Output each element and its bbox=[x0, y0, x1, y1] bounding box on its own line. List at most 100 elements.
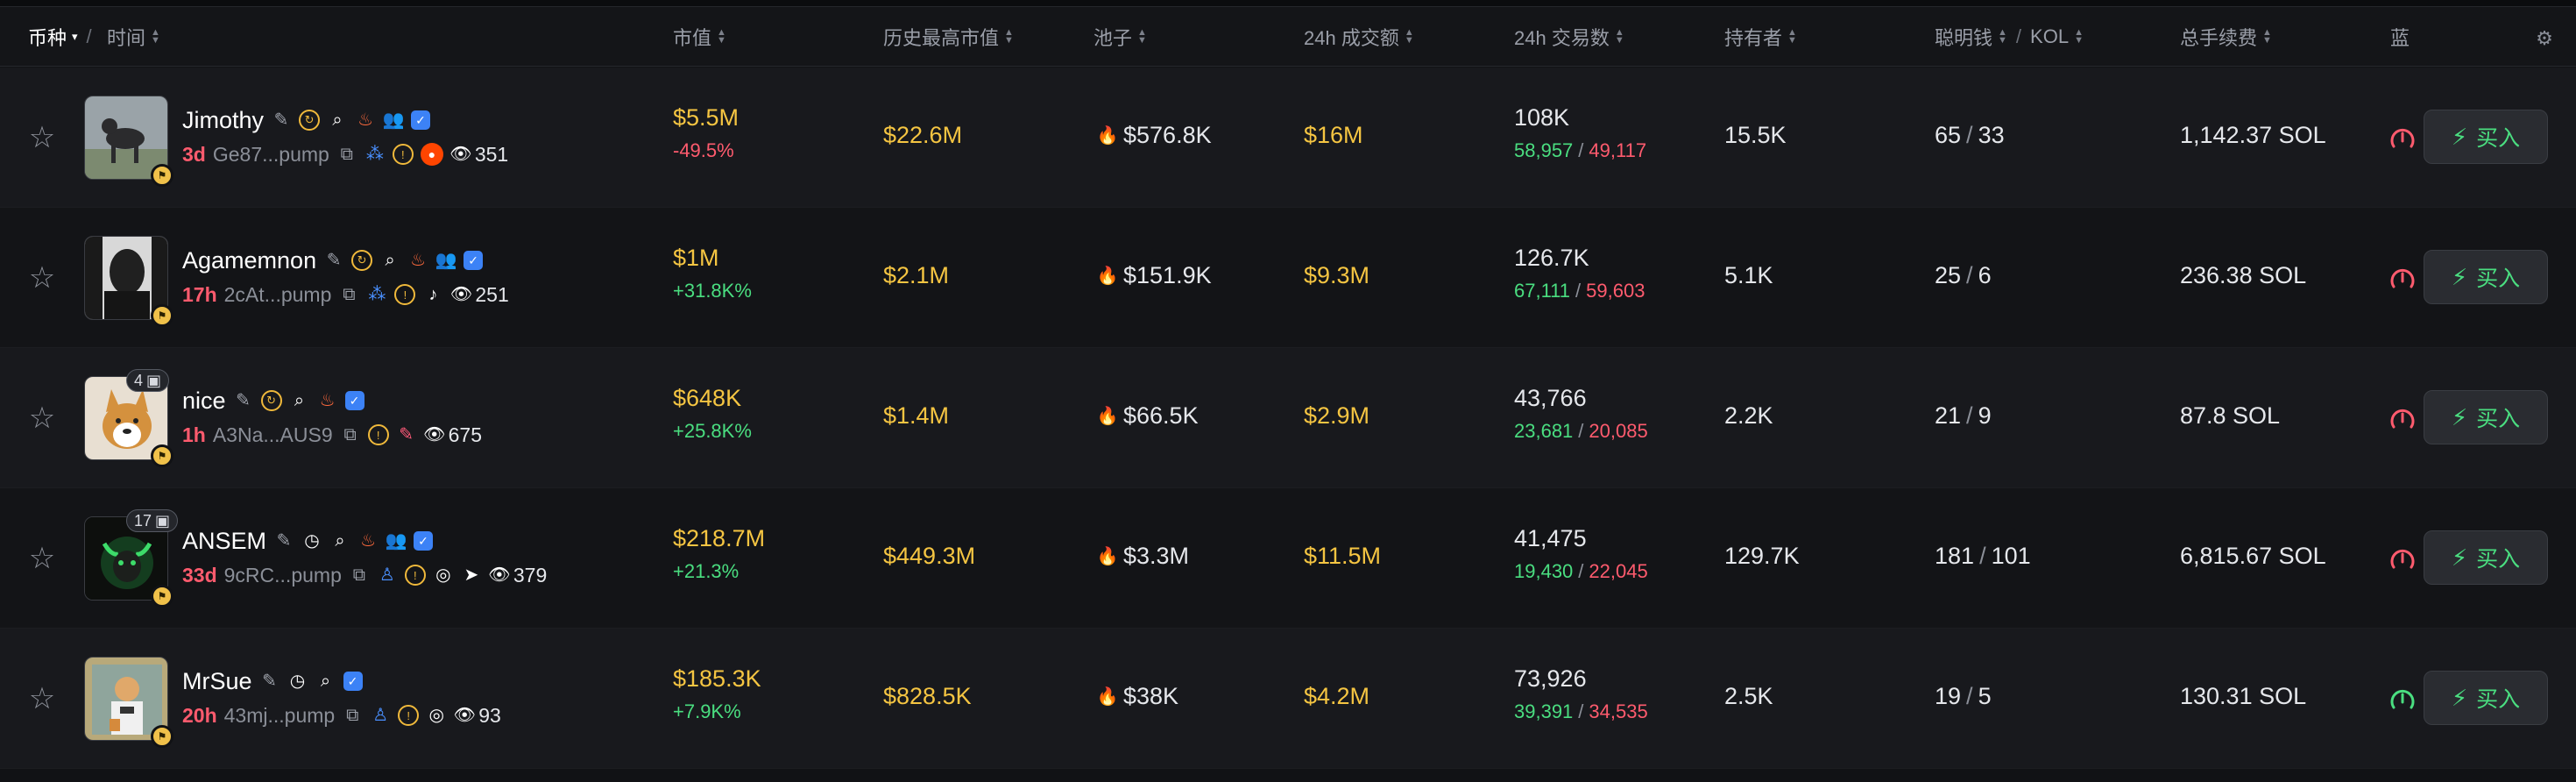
chat-icon[interactable]: ✓ bbox=[344, 391, 364, 410]
buy-button[interactable]: ⚡ 买入 bbox=[2424, 530, 2548, 585]
chat-icon[interactable]: ✓ bbox=[414, 531, 434, 551]
smart-kol-value: 19/5 bbox=[1935, 683, 1992, 709]
sort-time[interactable]: 时间 ▲ ▼ bbox=[107, 7, 160, 67]
txns-split: 67,111/59,603 bbox=[1514, 280, 1645, 302]
total-fees-value: 236.38 SOL bbox=[2180, 262, 2307, 288]
sort-coin[interactable]: 币种 ▾ / bbox=[28, 7, 101, 67]
favorite-star-icon[interactable]: ☆ bbox=[26, 683, 58, 714]
person-icon: ♙ bbox=[372, 706, 389, 725]
search-icon[interactable]: ⌕ bbox=[315, 671, 336, 692]
copy-icon[interactable]: ⧉ bbox=[342, 705, 363, 726]
sort-pool[interactable]: 池子 ▲ ▼ bbox=[1093, 7, 1147, 67]
copy-icon[interactable]: ⧉ bbox=[336, 144, 357, 165]
buy-button[interactable]: ⚡ 买入 bbox=[2424, 110, 2548, 164]
edit-icon[interactable]: ✎ bbox=[233, 390, 254, 411]
search-icon[interactable]: ⌕ bbox=[327, 110, 348, 131]
edit-icon[interactable]: ✎ bbox=[259, 671, 280, 692]
buy-button[interactable]: ⚡ 买入 bbox=[2424, 671, 2548, 725]
warning-icon: ! bbox=[367, 424, 389, 445]
smart-kol-value: 21/9 bbox=[1935, 402, 1992, 429]
sort-txns[interactable]: 24h 交易数 ▲ ▼ bbox=[1514, 7, 1624, 67]
token-name[interactable]: ANSEM bbox=[182, 528, 266, 555]
search-icon[interactable]: ⌕ bbox=[329, 530, 350, 551]
favorite-star-icon[interactable]: ☆ bbox=[26, 122, 58, 153]
txns-split: 23,681/20,085 bbox=[1514, 420, 1648, 442]
copy-icon[interactable]: ⧉ bbox=[340, 424, 361, 445]
buy-button[interactable]: ⚡ 买入 bbox=[2424, 390, 2548, 444]
edit-icon[interactable]: ✎ bbox=[271, 110, 292, 131]
buy-button[interactable]: ⚡ 买入 bbox=[2424, 250, 2548, 304]
table-row[interactable]: ☆ 17 ▣ ⚑ ANSEM ✎ ◷ ⌕ ♨ 👥 ✓ 33d 9cRC...pump ⧉ ♙… bbox=[0, 488, 2576, 629]
sort-total-fees[interactable]: 总手续费 ▲ ▼ bbox=[2180, 7, 2272, 67]
chevron-down-icon: ▾ bbox=[72, 30, 78, 43]
chat-icon[interactable]: ✓ bbox=[343, 672, 363, 691]
token-name[interactable]: nice bbox=[182, 387, 226, 415]
globe-icon[interactable]: ◎ bbox=[426, 705, 447, 726]
sort-icon: ▲ ▼ bbox=[151, 27, 160, 46]
reddit-icon[interactable]: ● bbox=[420, 143, 443, 166]
favorite-star-icon[interactable]: ☆ bbox=[26, 402, 58, 434]
pump-badge-icon: ⚑ bbox=[151, 164, 173, 187]
chat-icon[interactable]: ✓ bbox=[411, 110, 431, 130]
market-cap-value: $5.5M bbox=[673, 104, 740, 131]
favorite-star-icon[interactable]: ☆ bbox=[26, 262, 58, 294]
table-row[interactable]: ☆ ⚑ Jimothy ✎ ↻ ⌕ ♨ 👥 ✓ 3d Ge87...pump ⧉ ⁂ ! … bbox=[0, 68, 2576, 208]
total-fees-value: 1,142.37 SOL bbox=[2180, 122, 2326, 148]
views-count: 👁 93 bbox=[453, 703, 501, 727]
fire-icon: ♨ bbox=[319, 391, 336, 410]
token-name[interactable]: Agamemnon bbox=[182, 247, 316, 274]
sort-bluechip[interactable]: 蓝 bbox=[2390, 7, 2417, 67]
token-address[interactable]: 9cRC...pump bbox=[224, 564, 342, 587]
table-row[interactable]: ☆ ⚑ MrSue ✎ ◷ ⌕ ✓ 20h 43mj...pump ⧉ ♙ ! ◎ 👁… bbox=[0, 629, 2576, 769]
token-address[interactable]: 43mj...pump bbox=[224, 704, 336, 728]
image-icon: ▣ bbox=[155, 511, 171, 530]
gauge-icon bbox=[2390, 409, 2415, 429]
smart-kol-value: 65/33 bbox=[1935, 122, 2005, 148]
edit-icon[interactable]: ✎ bbox=[273, 530, 294, 551]
edit-icon[interactable]: ✎ bbox=[323, 250, 344, 271]
search-icon[interactable]: ⌕ bbox=[289, 390, 310, 411]
count-badge: 17 ▣ bbox=[126, 509, 179, 532]
token-name[interactable]: MrSue bbox=[182, 668, 252, 695]
market-cap-value: $1M bbox=[673, 245, 719, 271]
sort-market-cap[interactable]: 市值 ▲ ▼ bbox=[673, 7, 726, 67]
clock-icon: ◷ bbox=[304, 531, 320, 551]
token-meta-line: 3d Ge87...pump ⧉ ⁂ ! ● 👁 351 bbox=[182, 141, 508, 167]
globe-icon[interactable]: ◎ bbox=[433, 565, 454, 586]
burn-icon: ↻ bbox=[260, 390, 282, 411]
table-header: 币种 ▾ / 时间 ▲ ▼ 市值 ▲ ▼ 历史最高市值 ▲ ▼ 池子 ▲ ▼ 24h 成交额 ▲ ▼… bbox=[0, 7, 2576, 67]
token-address[interactable]: 2cAt...pump bbox=[224, 283, 332, 307]
gauge-icon bbox=[2390, 549, 2415, 569]
sort-ath[interactable]: 历史最高市值 ▲ ▼ bbox=[883, 7, 1014, 67]
token-name[interactable]: Jimothy bbox=[182, 107, 264, 134]
sort-volume[interactable]: 24h 成交额 ▲ ▼ bbox=[1304, 7, 1414, 67]
table-row[interactable]: ☆ 4 ▣ ⚑ nice ✎ ↻ ⌕ ♨ ✓ 1h A3Na...AUS9 ⧉ ! ✎ 👁… bbox=[0, 348, 2576, 488]
search-icon[interactable]: ⌕ bbox=[379, 250, 400, 271]
feather-icon[interactable]: ✎ bbox=[396, 424, 417, 445]
group-icon: 👥 bbox=[385, 531, 407, 551]
token-name-line: Jimothy ✎ ↻ ⌕ ♨ 👥 ✓ bbox=[182, 104, 431, 136]
telegram-icon[interactable]: ➤ bbox=[461, 565, 482, 586]
ath-market-cap-value: $449.3M bbox=[883, 543, 976, 569]
fire-icon: 🔥 bbox=[1096, 546, 1119, 566]
token-address[interactable]: A3Na...AUS9 bbox=[213, 423, 333, 447]
fire-icon: ♨ bbox=[357, 110, 373, 130]
sort-icon: ▲ ▼ bbox=[2262, 27, 2272, 46]
token-age: 3d bbox=[182, 142, 206, 166]
total-fees-value: 6,815.67 SOL bbox=[2180, 543, 2326, 569]
sell-count: 22,045 bbox=[1589, 560, 1648, 582]
sort-holders[interactable]: 持有者 ▲ ▼ bbox=[1724, 7, 1797, 67]
txns-total: 108K bbox=[1514, 104, 1570, 131]
copy-icon[interactable]: ⧉ bbox=[338, 284, 359, 305]
table-row[interactable]: ☆ ⚑ Agamemnon ✎ ↻ ⌕ ♨ 👥 ✓ 17h 2cAt...pump ⧉ ⁂… bbox=[0, 208, 2576, 348]
gear-icon[interactable]: ⚙ bbox=[2534, 28, 2555, 49]
holders-value: 5.1K bbox=[1724, 262, 1773, 288]
top-divider bbox=[0, 0, 2576, 7]
favorite-star-icon[interactable]: ☆ bbox=[26, 543, 58, 574]
token-address[interactable]: Ge87...pump bbox=[213, 143, 329, 167]
tiktok-icon[interactable]: ♪ bbox=[422, 284, 443, 305]
copy-icon[interactable]: ⧉ bbox=[349, 565, 370, 586]
chat-icon[interactable]: ✓ bbox=[464, 251, 484, 270]
views-count: 👁 251 bbox=[449, 282, 509, 306]
sort-smart-money[interactable]: 聪明钱 ▲ ▼ / KOL ▲ ▼ bbox=[1935, 7, 2084, 67]
